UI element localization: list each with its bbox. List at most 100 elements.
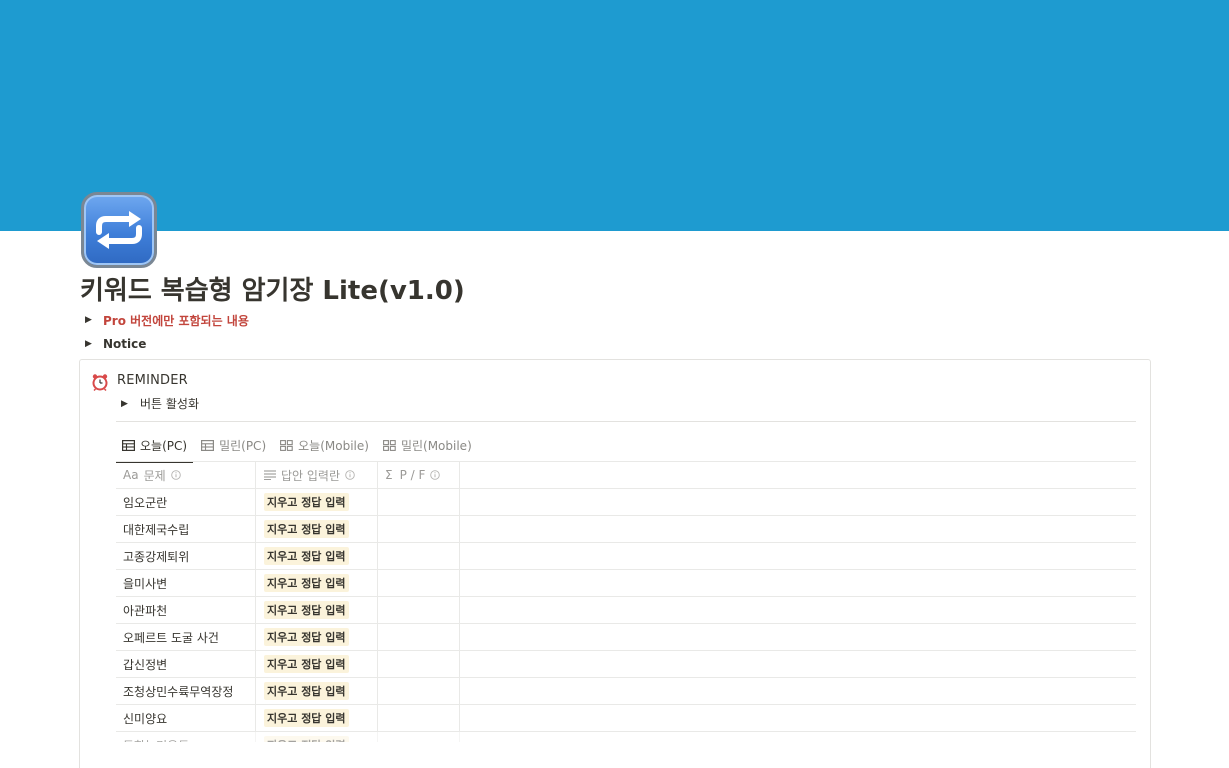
empty-cell (460, 678, 1136, 704)
question-text: 을미사변 (123, 576, 168, 591)
callout-title: REMINDER (117, 373, 188, 388)
pass-fail-cell[interactable] (378, 570, 460, 596)
page-title: 키워드 복습형 암기장 Lite(v1.0) (80, 276, 465, 306)
table-row[interactable]: 조청상민수륙무역장정 지우고 정답 입력 (116, 678, 1136, 705)
answer-cell[interactable]: 지우고 정답 입력 (256, 489, 378, 515)
toggle-activate-button[interactable]: ▶ 버튼 활성화 (121, 395, 199, 412)
repeat-button-icon[interactable] (81, 192, 157, 268)
question-cell[interactable]: 오페르트 도굴 사건 (116, 624, 256, 650)
clear-and-enter-answer-button[interactable]: 지우고 정답 입력 (264, 520, 349, 538)
tab-today-pc[interactable]: 오늘(PC) (116, 434, 194, 463)
empty-cell (460, 651, 1136, 677)
empty-cell (460, 597, 1136, 623)
pass-fail-cell[interactable] (378, 624, 460, 650)
answer-cell[interactable]: 지우고 정답 입력 (256, 543, 378, 569)
empty-cell (460, 624, 1136, 650)
divider (116, 421, 1136, 422)
pass-fail-cell[interactable] (378, 705, 460, 731)
empty-cell (460, 489, 1136, 515)
question-text: 동학농민운동 (123, 737, 189, 743)
table-row[interactable]: 대한제국수립 지우고 정답 입력 (116, 516, 1136, 543)
empty-cell (460, 570, 1136, 596)
table-body: 임오군란 지우고 정답 입력 대한제국수립 지우고 정답 입력 고종강제퇴위 지우고 정답… (116, 489, 1136, 742)
answer-cell[interactable]: 지우고 정답 입력 (256, 705, 378, 731)
gallery-icon (382, 440, 396, 451)
pass-fail-cell[interactable] (378, 489, 460, 515)
info-icon[interactable] (170, 470, 181, 480)
table-icon (122, 440, 135, 451)
info-icon[interactable] (345, 470, 355, 480)
question-cell[interactable]: 조청상민수륙무역장정 (116, 678, 256, 704)
clear-and-enter-answer-button[interactable]: 지우고 정답 입력 (264, 655, 349, 673)
title-icon: Aa (123, 468, 139, 482)
answer-cell[interactable]: 지우고 정답 입력 (256, 651, 378, 677)
table-row[interactable]: 임오군란 지우고 정답 입력 (116, 489, 1136, 516)
empty-cell (460, 516, 1136, 542)
clear-and-enter-answer-button[interactable]: 지우고 정답 입력 (264, 709, 349, 727)
answer-cell[interactable]: 지우고 정답 입력 (256, 732, 378, 742)
clear-and-enter-answer-button[interactable]: 지우고 정답 입력 (264, 493, 349, 511)
toggle-notice[interactable]: ▶ Notice (85, 334, 146, 354)
question-text: 신미양요 (123, 711, 168, 726)
page-cover (0, 0, 1229, 231)
question-text: 오페르트 도굴 사건 (123, 630, 219, 645)
pass-fail-cell[interactable] (378, 651, 460, 677)
reminder-callout: REMINDER ▶ 버튼 활성화 오늘(PC) 밀린(PC) 오늘(Mobil… (79, 359, 1151, 768)
question-text: 임오군란 (123, 495, 168, 510)
question-cell[interactable]: 을미사변 (116, 570, 256, 596)
table-row[interactable]: 신미양요 지우고 정답 입력 (116, 705, 1136, 732)
toggle-pro-content[interactable]: ▶ Pro 버전에만 포함되는 내용 (85, 310, 249, 330)
answer-cell[interactable]: 지우고 정답 입력 (256, 516, 378, 542)
pass-fail-cell[interactable] (378, 543, 460, 569)
tab-overdue-mobile[interactable]: 밀린(Mobile) (377, 434, 478, 461)
question-cell[interactable]: 임오군란 (116, 489, 256, 515)
table-row[interactable]: 오페르트 도굴 사건 지우고 정답 입력 (116, 624, 1136, 651)
tab-overdue-pc[interactable]: 밀린(PC) (195, 434, 272, 461)
table-row[interactable]: 갑신정변 지우고 정답 입력 (116, 651, 1136, 678)
toggle-label: Pro 버전에만 포함되는 내용 (103, 313, 249, 328)
tab-today-mobile[interactable]: 오늘(Mobile) (274, 434, 375, 461)
empty-cell (460, 732, 1136, 742)
formula-icon: Σ (385, 468, 393, 482)
clear-and-enter-answer-button[interactable]: 지우고 정답 입력 (264, 601, 349, 619)
clear-and-enter-answer-button[interactable]: 지우고 정답 입력 (264, 547, 349, 565)
table-header: Aa 문제 답안 입력란 Σ P / F (116, 462, 1136, 489)
column-header-pass-fail[interactable]: Σ P / F (378, 462, 460, 488)
question-cell[interactable]: 신미양요 (116, 705, 256, 731)
info-icon[interactable] (430, 470, 441, 480)
table-row[interactable]: 동학농민운동 지우고 정답 입력 (116, 732, 1136, 742)
clear-and-enter-answer-button[interactable]: 지우고 정답 입력 (264, 574, 349, 592)
question-text: 고종강제퇴위 (123, 549, 190, 564)
toggle-triangle-icon[interactable]: ▶ (121, 399, 140, 409)
toggle-label: Notice (103, 337, 147, 351)
toggle-triangle-icon[interactable]: ▶ (85, 339, 103, 349)
answer-cell[interactable]: 지우고 정답 입력 (256, 570, 378, 596)
text-lines-icon (264, 470, 276, 480)
question-text: 아관파천 (123, 603, 168, 618)
question-cell[interactable]: 갑신정변 (116, 651, 256, 677)
question-cell[interactable]: 동학농민운동 (116, 732, 256, 742)
toggle-triangle-icon[interactable]: ▶ (85, 315, 103, 325)
question-text: 갑신정변 (123, 657, 168, 672)
question-cell[interactable]: 아관파천 (116, 597, 256, 623)
table-row[interactable]: 고종강제퇴위 지우고 정답 입력 (116, 543, 1136, 570)
table-row[interactable]: 을미사변 지우고 정답 입력 (116, 570, 1136, 597)
table-row[interactable]: 아관파천 지우고 정답 입력 (116, 597, 1136, 624)
column-header-question[interactable]: Aa 문제 (116, 462, 256, 488)
answer-cell[interactable]: 지우고 정답 입력 (256, 624, 378, 650)
question-text: 대한제국수립 (123, 522, 190, 537)
answer-cell[interactable]: 지우고 정답 입력 (256, 597, 378, 623)
pass-fail-cell[interactable] (378, 678, 460, 704)
pass-fail-cell[interactable] (378, 597, 460, 623)
pass-fail-cell[interactable] (378, 516, 460, 542)
question-text: 조청상민수륙무역장정 (123, 684, 234, 699)
clear-and-enter-answer-button[interactable]: 지우고 정답 입력 (264, 682, 349, 700)
answer-cell[interactable]: 지우고 정답 입력 (256, 678, 378, 704)
column-header-answer[interactable]: 답안 입력란 (256, 462, 378, 488)
clear-and-enter-answer-button[interactable]: 지우고 정답 입력 (264, 628, 349, 646)
clear-and-enter-answer-button[interactable]: 지우고 정답 입력 (264, 736, 349, 742)
question-cell[interactable]: 고종강제퇴위 (116, 543, 256, 569)
pass-fail-cell[interactable] (378, 732, 460, 742)
question-cell[interactable]: 대한제국수립 (116, 516, 256, 542)
database-view-tabs: 오늘(PC) 밀린(PC) 오늘(Mobile) 밀린(Mobile) (116, 434, 480, 463)
